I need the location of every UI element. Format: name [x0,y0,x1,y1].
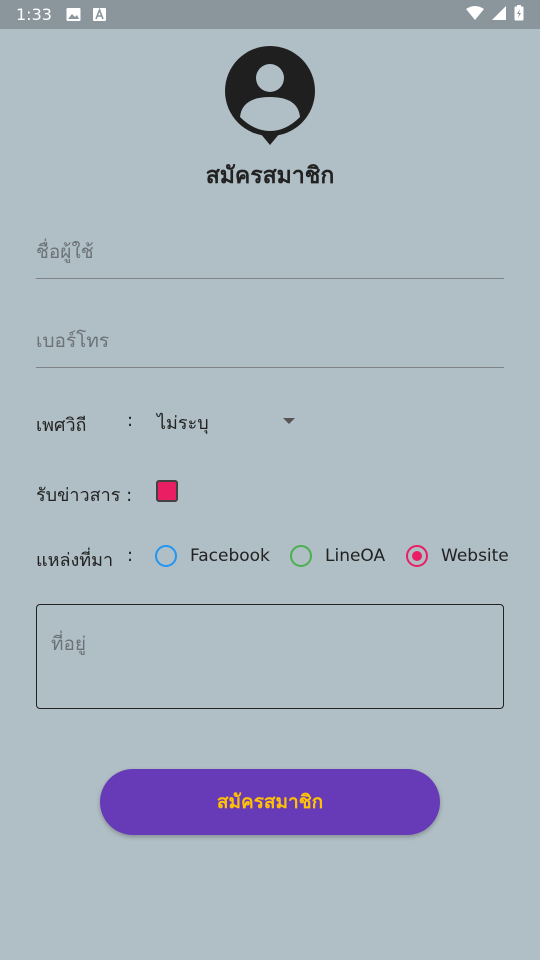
signal-icon [492,5,506,24]
radio-unchecked-icon [155,545,177,567]
font-notification-icon [92,8,106,21]
gender-dropdown[interactable]: ไม่ระบุ [157,406,297,438]
gender-colon: : [127,410,134,431]
gender-selected-value: ไม่ระบุ [157,412,209,434]
register-button[interactable]: สมัครสมาชิก [100,769,440,835]
battery-icon [514,4,524,25]
radio-website-label: Website [441,546,509,566]
gender-label: เพศวิถี [36,415,87,436]
address-field[interactable] [36,604,504,709]
radio-facebook-label: Facebook [190,546,270,566]
phone-field[interactable] [36,308,504,368]
status-time: 1:33 [16,5,52,24]
wifi-icon [466,5,484,24]
username-field[interactable] [36,219,504,279]
radio-lineoa-label: LineOA [325,546,386,566]
source-colon: : [127,545,134,566]
phone-input[interactable] [36,308,504,367]
status-bar: 1:33 [0,0,540,29]
radio-facebook[interactable]: Facebook [155,543,270,569]
radio-checked-icon [406,545,428,567]
newsletter-checkbox[interactable] [156,480,178,502]
newsletter-label: รับข่าวสาร : [36,485,133,506]
person-pin-icon [224,45,316,147]
page-title: สมัครสมาชิก [205,163,335,189]
radio-unchecked-icon [290,545,312,567]
address-textarea[interactable] [37,605,503,708]
image-notification-icon [66,7,81,22]
radio-dot [412,551,422,561]
dropdown-arrow-icon [283,418,295,424]
radio-website[interactable]: Website [406,543,509,569]
radio-lineoa[interactable]: LineOA [290,543,385,569]
username-input[interactable] [36,219,504,278]
source-label: แหล่งที่มา [36,550,114,571]
